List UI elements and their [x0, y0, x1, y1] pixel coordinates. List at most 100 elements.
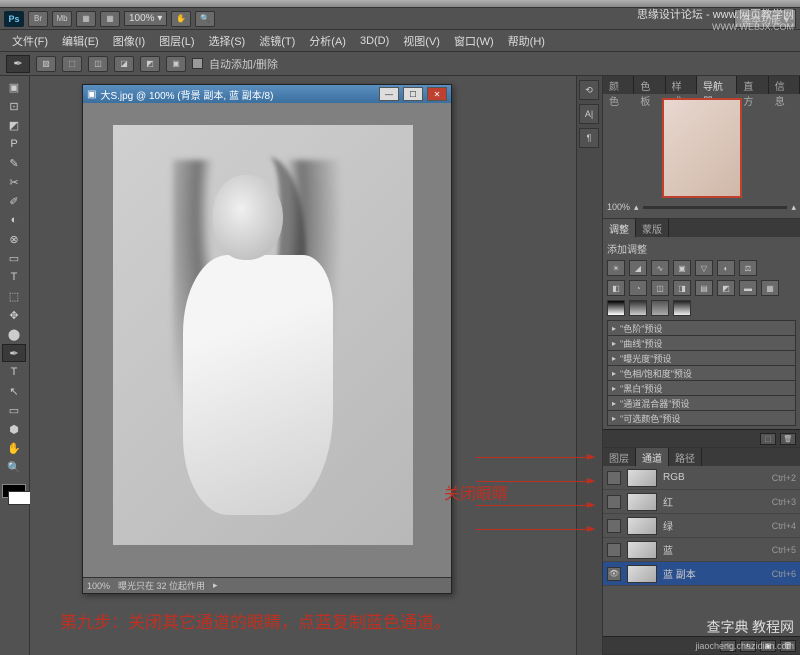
character-icon[interactable]: A| — [579, 104, 599, 124]
shape-tool[interactable]: ▭ — [2, 401, 26, 419]
path-mode-icon[interactable]: ⬚ — [62, 56, 82, 72]
preset-levels[interactable]: "色阶"预设 — [607, 320, 796, 336]
pen-tool[interactable]: ✒ — [2, 344, 26, 362]
channel-blue[interactable]: 蓝 Ctrl+5 — [603, 538, 800, 562]
subtract-icon[interactable]: ◪ — [114, 56, 134, 72]
auto-add-checkbox[interactable] — [192, 58, 203, 69]
intersect-icon[interactable]: ◩ — [140, 56, 160, 72]
screen-button[interactable]: ▦ — [100, 11, 120, 27]
marquee-tool[interactable]: ⊡ — [2, 97, 26, 115]
grad4-icon[interactable] — [673, 300, 691, 316]
background-swatch[interactable] — [8, 491, 32, 505]
hue-icon[interactable]: ◐ — [717, 260, 735, 276]
hand-icon[interactable]: ✋ — [171, 11, 191, 27]
tool-preset-icon[interactable]: ✒ — [6, 55, 30, 73]
document-canvas[interactable] — [113, 125, 413, 545]
menu-edit[interactable]: 编辑(E) — [56, 31, 105, 51]
preset-curves[interactable]: "曲线"预设 — [607, 335, 796, 351]
preset-exposure[interactable]: "曝光度"预设 — [607, 350, 796, 366]
tab-channels[interactable]: 通道 — [636, 448, 669, 466]
blur-tool[interactable]: ✥ — [2, 306, 26, 324]
paragraph-icon[interactable]: ¶ — [579, 128, 599, 148]
eraser-tool[interactable]: T — [2, 268, 26, 286]
curves-icon[interactable]: ∿ — [651, 260, 669, 276]
document-titlebar[interactable]: ▣ 大S.jpg @ 100% (背景 副本, 蓝 副本/8) — ☐ ✕ — [83, 85, 451, 103]
menu-3d[interactable]: 3D(D) — [354, 33, 395, 49]
tab-paths[interactable]: 路径 — [669, 448, 702, 466]
close-button[interactable]: ✕ — [427, 87, 447, 101]
eye-blue-copy[interactable]: 👁 — [607, 567, 621, 581]
menu-analysis[interactable]: 分析(A) — [303, 31, 352, 51]
preset-selective[interactable]: "可选颜色"预设 — [607, 410, 796, 426]
eye-red[interactable] — [607, 495, 621, 509]
exclude-icon[interactable]: ▣ — [166, 56, 186, 72]
channel-green[interactable]: 绿 Ctrl+4 — [603, 514, 800, 538]
brush-tool[interactable]: ◐ — [2, 211, 26, 229]
levels-icon[interactable]: ◢ — [629, 260, 647, 276]
menu-window[interactable]: 窗口(W) — [448, 31, 500, 51]
zoom-tool[interactable]: 🔍 — [2, 458, 26, 476]
eyedropper-tool[interactable]: ✂ — [2, 173, 26, 191]
exposure-icon[interactable]: ▣ — [673, 260, 691, 276]
hand-tool[interactable]: ✋ — [2, 439, 26, 457]
move-tool[interactable]: ▣ — [2, 78, 26, 96]
grad2-icon[interactable] — [629, 300, 647, 316]
vibrance-icon[interactable]: ▽ — [695, 260, 713, 276]
colorbalance-icon[interactable]: ⚖ — [739, 260, 757, 276]
navigator-thumbnail[interactable] — [662, 98, 742, 198]
eye-rgb[interactable] — [607, 471, 621, 485]
eye-blue[interactable] — [607, 543, 621, 557]
history-brush-tool[interactable]: ▭ — [2, 249, 26, 267]
tab-navigator[interactable]: 导航器 — [697, 76, 737, 94]
zoom-out-icon[interactable]: ▴ — [634, 202, 639, 213]
preset-mixer[interactable]: "通道混合器"预设 — [607, 395, 796, 411]
menu-layer[interactable]: 图层(L) — [153, 31, 200, 51]
pen-mode-icon[interactable]: ▧ — [36, 56, 56, 72]
menu-select[interactable]: 选择(S) — [203, 31, 252, 51]
expand-icon[interactable]: ⬚ — [760, 433, 776, 445]
menu-image[interactable]: 图像(I) — [107, 31, 151, 51]
status-zoom[interactable]: 100% — [87, 581, 110, 591]
tab-layers[interactable]: 图层 — [603, 448, 636, 466]
tab-color[interactable]: 颜色 — [603, 76, 634, 94]
trash-icon[interactable]: 🗑 — [780, 433, 796, 445]
channel-red[interactable]: 红 Ctrl+3 — [603, 490, 800, 514]
zoom-in-icon[interactable]: ▴ — [791, 202, 796, 213]
tab-masks[interactable]: 蒙版 — [636, 219, 669, 237]
eye-green[interactable] — [607, 519, 621, 533]
preset-hue[interactable]: "色相/饱和度"预设 — [607, 365, 796, 381]
minibridge-button[interactable]: Mb — [52, 11, 72, 27]
menu-view[interactable]: 视图(V) — [397, 31, 446, 51]
photo-filter-icon[interactable]: ◔ — [629, 280, 647, 296]
grad3-icon[interactable] — [651, 300, 669, 316]
tab-styles[interactable]: 样式 — [666, 76, 697, 94]
zoom-icon[interactable]: 🔍 — [195, 11, 215, 27]
type-tool[interactable]: T — [2, 363, 26, 381]
zoom-slider[interactable] — [643, 206, 788, 209]
history-icon[interactable]: ⟲ — [579, 80, 599, 100]
tab-histogram[interactable]: 直方 — [737, 76, 768, 94]
mixer-icon[interactable]: ◫ — [651, 280, 669, 296]
threshold-icon[interactable]: ◩ — [717, 280, 735, 296]
crop-tool[interactable]: ✎ — [2, 154, 26, 172]
combine-icon[interactable]: ◫ — [88, 56, 108, 72]
grad1-icon[interactable] — [607, 300, 625, 316]
path-select-tool[interactable]: ↖ — [2, 382, 26, 400]
minimize-button[interactable]: — — [379, 87, 399, 101]
dodge-tool[interactable]: ⬤ — [2, 325, 26, 343]
tab-swatches[interactable]: 色板 — [634, 76, 665, 94]
channel-rgb[interactable]: RGB Ctrl+2 — [603, 466, 800, 490]
grid-button[interactable]: ▦ — [76, 11, 96, 27]
tab-adjustments[interactable]: 调整 — [603, 219, 636, 237]
zoom-select[interactable]: 100% ▾ — [124, 11, 167, 26]
3d-tool[interactable]: ⬢ — [2, 420, 26, 438]
posterize-icon[interactable]: ▤ — [695, 280, 713, 296]
wand-tool[interactable]: P — [2, 135, 26, 153]
preset-bw[interactable]: "黑白"预设 — [607, 380, 796, 396]
heal-tool[interactable]: ✐ — [2, 192, 26, 210]
menu-file[interactable]: 文件(F) — [6, 31, 54, 51]
maximize-button[interactable]: ☐ — [403, 87, 423, 101]
bw-icon[interactable]: ◧ — [607, 280, 625, 296]
bridge-button[interactable]: Br — [28, 11, 48, 27]
menu-filter[interactable]: 滤镜(T) — [253, 31, 301, 51]
